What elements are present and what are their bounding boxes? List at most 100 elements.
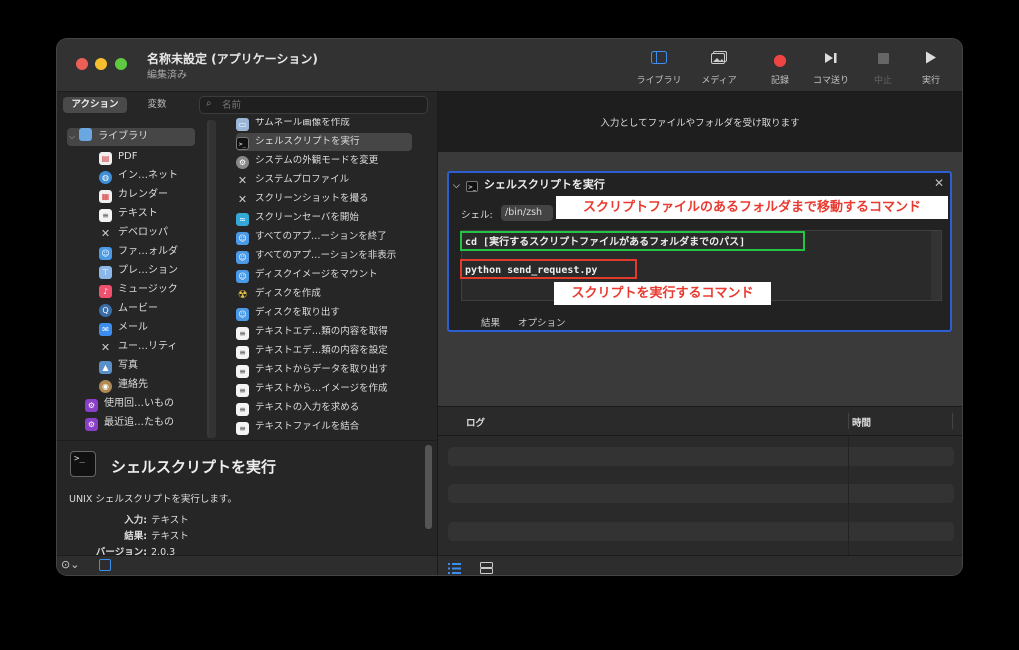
tab-actions[interactable]: アクション — [63, 97, 127, 113]
smart-group-recently-added[interactable]: ⚙ 最近追…たもの — [85, 414, 174, 432]
code-line-cd[interactable]: cd [実行するスクリプトファイルがあるフォルダまでのパス] — [460, 231, 805, 251]
description-text: UNIX シェルスクリプトを実行します。 — [69, 494, 237, 505]
terminal-icon: >_ — [70, 451, 96, 477]
text-document-icon: ≡ — [236, 346, 249, 359]
disclosure-open-icon[interactable]: ⌵ — [69, 132, 75, 141]
step-toolbar-button[interactable]: コマ送り — [803, 51, 859, 86]
record-toolbar-button[interactable]: ● 記録 — [752, 50, 808, 87]
tab-results[interactable]: 結果 — [481, 318, 500, 329]
action-item[interactable]: ≡ テキストからデータを取り出す — [236, 361, 388, 379]
close-icon[interactable]: ✕ — [934, 176, 944, 190]
finder-icon: ☺ — [236, 270, 249, 283]
log-column-header[interactable]: ログ — [466, 415, 485, 429]
library-root[interactable]: ⌵ ライブラリ — [69, 128, 148, 146]
library-item-contacts[interactable]: ◉ 連絡先 — [99, 376, 148, 394]
split-view-icon[interactable] — [480, 559, 493, 575]
step-forward-icon — [803, 51, 859, 69]
search-field[interactable]: ⌕ — [199, 96, 428, 114]
terminal-icon: >_ — [236, 137, 249, 150]
list-view-icon[interactable] — [448, 559, 461, 575]
search-input[interactable] — [222, 97, 417, 113]
action-item[interactable]: ≡ テキストの入力を求める — [236, 399, 359, 417]
action-item[interactable]: ≡ テキストファイルを結合 — [236, 418, 359, 436]
more-options-icon[interactable]: ⊙⌄ — [61, 558, 79, 571]
burn-icon: ☢ — [237, 288, 248, 301]
description-scrollbar[interactable] — [425, 445, 432, 529]
left-bottom-bar: ⊙⌄ — [57, 555, 437, 575]
editor-scrollbar[interactable] — [931, 231, 941, 300]
shell-label: シェル: — [461, 210, 493, 221]
chevron-down-icon[interactable]: ⌵ — [453, 181, 460, 191]
library-folder-icon — [79, 128, 93, 141]
action-item[interactable]: ⚙ システムの外観モードを変更 — [236, 152, 378, 170]
record-icon: ● — [773, 50, 787, 69]
thumbnail-icon: ▭ — [236, 118, 249, 131]
library-item-utilities[interactable]: ✕ ユー…リティ — [99, 338, 178, 356]
terminal-icon: >_ — [465, 181, 478, 192]
library-item-calendar[interactable]: ▦ カレンダー — [99, 186, 168, 204]
smart-group-most-used[interactable]: ⚙ 使用回…いもの — [85, 395, 174, 413]
log-row — [448, 447, 954, 466]
log-header: ログ 時間 — [438, 407, 962, 436]
annotation-cd-command: スクリプトファイルのあるフォルダまで移動するコマンド — [556, 196, 948, 219]
sidebar-icon — [631, 51, 687, 69]
media-toolbar-button[interactable]: メディア — [691, 51, 747, 86]
finder-icon: ☺ — [236, 251, 249, 264]
run-toolbar-button[interactable]: 実行 — [903, 51, 959, 86]
action-item[interactable]: ≡ テキストエデ…類の内容を取得 — [236, 323, 388, 341]
library-item-developer[interactable]: ✕ デベロッパ — [99, 224, 168, 242]
tools-icon: ✕ — [100, 227, 111, 240]
tab-variables[interactable]: 変数 — [131, 97, 183, 113]
actions-scrollbar[interactable] — [209, 120, 216, 438]
library-item-internet[interactable]: ◍ イン…ネット — [99, 167, 178, 185]
library-label: ライブラリ — [636, 76, 682, 86]
library-item-text[interactable]: ≡ テキスト — [99, 205, 158, 223]
library-item-mail[interactable]: ✉ メール — [99, 319, 148, 337]
smart-folder-icon: ⚙ — [85, 399, 98, 412]
action-header[interactable]: ⌵ >_ シェルスクリプトを実行 — [453, 176, 605, 192]
library-item-pdf[interactable]: ▤ PDF — [99, 148, 137, 166]
library-item-music[interactable]: ♪ ミュージック — [99, 281, 178, 299]
library-root-label: ライブラリ — [98, 131, 149, 142]
settings-icon: ⚙ — [236, 156, 249, 169]
time-column-header[interactable]: 時間 — [852, 415, 871, 429]
action-item[interactable]: ✕ システムプロファイル — [236, 171, 349, 189]
close-window-button[interactable] — [76, 58, 88, 70]
quicktime-icon: Q — [99, 304, 112, 317]
code-line-python[interactable]: python send_request.py — [460, 259, 637, 279]
action-item[interactable]: ☺ ディスクを取り出す — [236, 304, 340, 322]
tools-icon: ✕ — [237, 193, 248, 206]
text-document-icon: ≡ — [236, 384, 249, 397]
action-item[interactable]: ☺ ディスクイメージをマウント — [236, 266, 378, 284]
library-list: ⌵ ライブラリ ▤ PDF ◍ イン…ネット ▦ カレンダー ≡ テキスト ✕ デベロッパ … — [57, 118, 205, 438]
library-item-movies[interactable]: Q ムービー — [99, 300, 158, 318]
log-panel: ログ 時間 — [438, 406, 962, 555]
tools-icon: ✕ — [237, 174, 248, 187]
action-item[interactable]: ▭ サムネール画像を作成 — [236, 118, 350, 132]
library-item-photos[interactable]: ▲ 写真 — [99, 357, 138, 375]
column-separator — [952, 413, 953, 429]
calendar-icon: ▦ — [99, 190, 112, 203]
tab-options[interactable]: オプション — [518, 318, 566, 329]
action-item[interactable]: ✕ スクリーンショットを撮る — [236, 190, 369, 208]
action-item[interactable]: ≡ テキストエデ…類の内容を設定 — [236, 342, 388, 360]
library-toolbar-button[interactable]: ライブラリ — [631, 51, 687, 86]
log-row — [448, 484, 954, 503]
shell-select[interactable]: /bin/zsh — [501, 205, 553, 221]
description-title: シェルスクリプトを実行 — [111, 458, 277, 476]
action-item[interactable]: ☺ すべてのアプ…ーションを非表示 — [236, 247, 396, 265]
photo-icon: ▲ — [99, 361, 112, 374]
action-item[interactable]: ≈ スクリーンセーバを開始 — [236, 209, 359, 227]
text-document-icon: ≡ — [236, 365, 249, 378]
media-label: メディア — [701, 76, 737, 86]
action-item[interactable]: ☺ すべてのアプ…ーションを終了 — [236, 228, 387, 246]
description-toggle-icon[interactable] — [99, 559, 111, 571]
zoom-window-button[interactable] — [115, 58, 127, 70]
library-item-files[interactable]: ☺ ファ…ォルダ — [99, 243, 178, 261]
action-item-selected[interactable]: >_ シェルスクリプトを実行 — [236, 133, 412, 151]
library-item-presentation[interactable]: ⊤ プレ…ション — [99, 262, 178, 280]
action-item[interactable]: ≡ テキストから…イメージを作成 — [236, 380, 388, 398]
action-item[interactable]: ☢ ディスクを作成 — [236, 285, 321, 303]
finder-icon: ☺ — [236, 232, 249, 245]
minimize-window-button[interactable] — [95, 58, 107, 70]
